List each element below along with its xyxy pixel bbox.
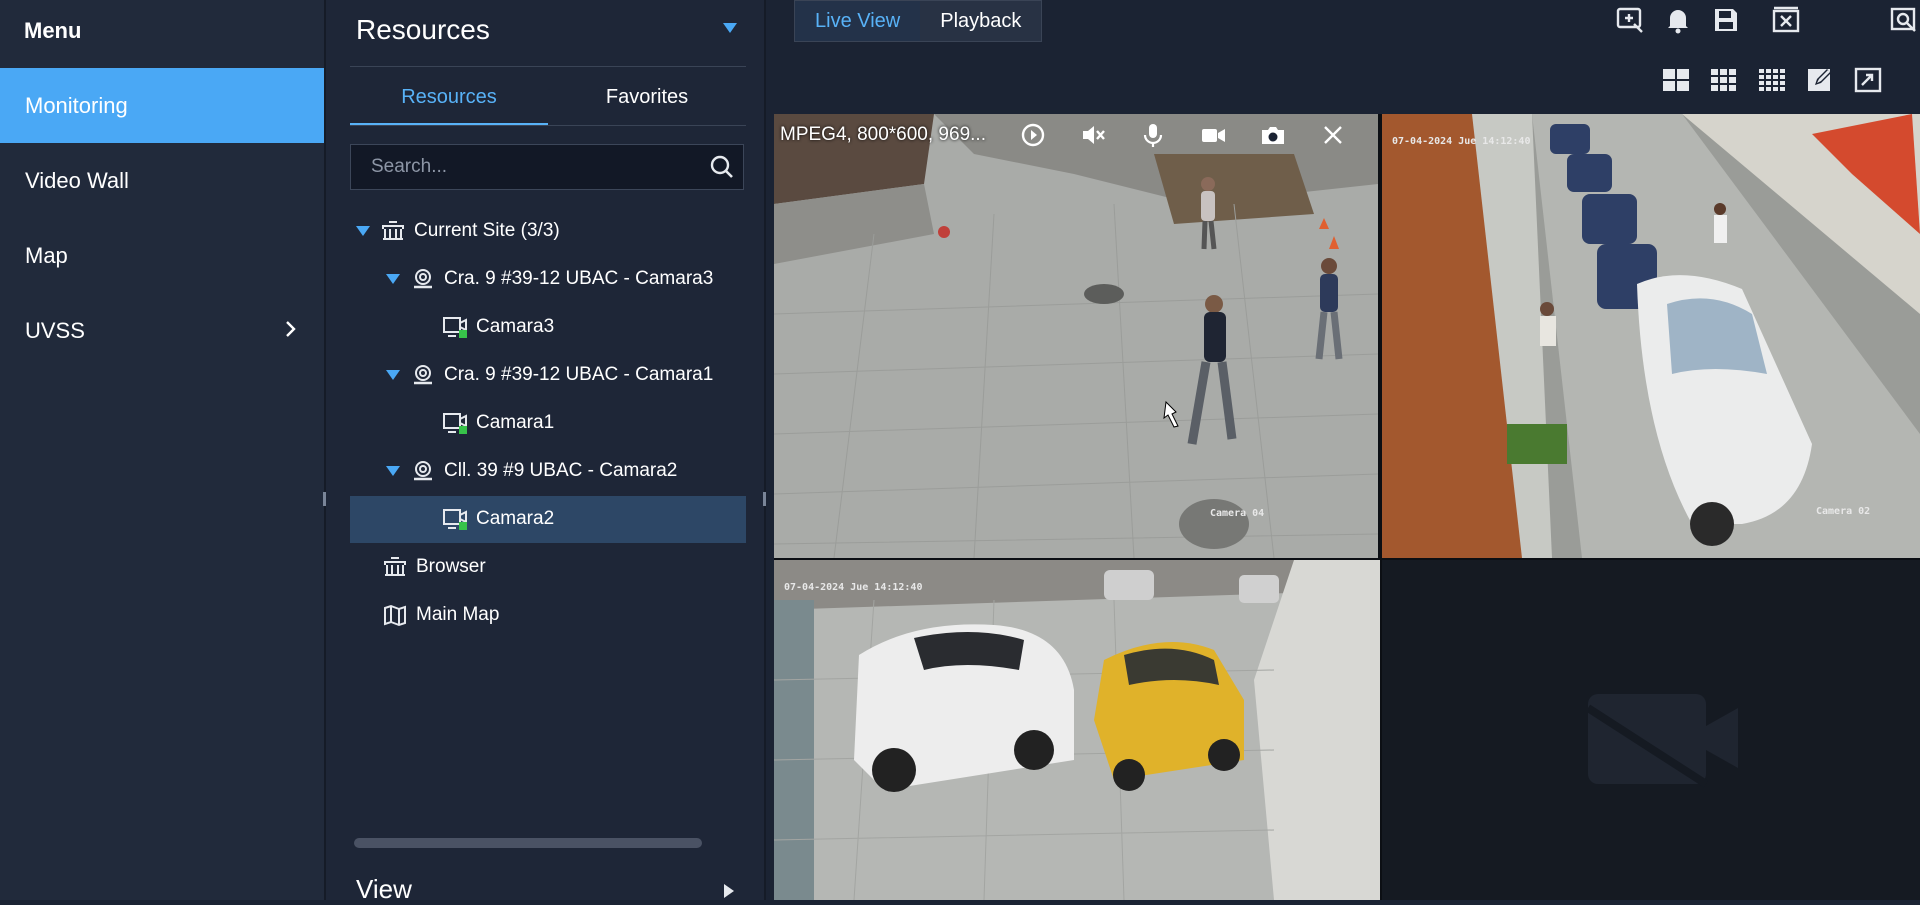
tree-item-device[interactable]: Cra. 9 #39-12 UBAC - Camara3 <box>386 256 713 302</box>
playback-icon[interactable] <box>1020 122 1046 148</box>
no-video-camera-icon <box>1588 694 1738 788</box>
menu-item-uvss[interactable]: UVSS <box>0 293 324 368</box>
camera-name-label: Camera 02 <box>1816 506 1871 517</box>
camera-feed-image <box>774 114 1378 558</box>
device-icon <box>414 461 432 481</box>
tab-playback[interactable]: Playback <box>920 1 1042 41</box>
tree-item-device[interactable]: Cra. 9 #39-12 UBAC - Camara1 <box>386 352 713 398</box>
resources-tabs: Resources Favorites <box>350 82 746 126</box>
tree-item-label: Camara3 <box>476 316 555 337</box>
menu-item-label: UVSS <box>25 317 85 343</box>
video-cell-2[interactable]: 07-04-2024 Jue 14:12:40 Camera 02 <box>1382 114 1920 558</box>
microphone-icon[interactable] <box>1140 122 1166 148</box>
resources-panel: Resources Resources Favorites Current Si… <box>326 0 764 904</box>
map-icon <box>384 604 406 627</box>
camera-name-label: Camera 04 <box>1210 508 1265 519</box>
record-icon[interactable] <box>1200 122 1226 148</box>
snapshot-icon[interactable] <box>1260 122 1286 148</box>
tab-resources[interactable]: Resources <box>350 82 548 125</box>
site-icon <box>382 221 404 240</box>
device-icon <box>414 365 432 385</box>
custom-layout-icon[interactable] <box>1804 64 1836 96</box>
tree-item-label: Camara1 <box>476 412 555 433</box>
horizontal-scrollbar[interactable] <box>354 838 702 848</box>
resources-header: Resources <box>356 14 490 45</box>
tree-item-browser[interactable]: Browser <box>382 544 486 590</box>
save-view-icon[interactable] <box>1710 4 1742 36</box>
search-icon[interactable] <box>709 154 735 180</box>
menu-item-video-wall[interactable]: Video Wall <box>0 143 324 218</box>
camera-channel-icon <box>443 317 467 338</box>
divider <box>350 66 746 67</box>
menu-item-map[interactable]: Map <box>0 218 324 293</box>
menu-item-monitoring[interactable]: Monitoring <box>0 68 324 143</box>
caret-right-icon[interactable] <box>724 884 734 898</box>
menu-title: Menu <box>24 18 82 43</box>
tree-item-main-map[interactable]: Main Map <box>382 592 499 638</box>
camera-channel-icon <box>443 509 467 530</box>
camera-channel-icon <box>443 413 467 434</box>
close-icon[interactable] <box>1320 122 1346 148</box>
tree-item-label: Cra. 9 #39-12 UBAC - Camara1 <box>444 364 714 385</box>
tree-item-label: Browser <box>416 556 486 577</box>
camera-feed-image <box>1382 114 1920 558</box>
tree-item-label: Camara2 <box>476 508 555 529</box>
caret-down-icon[interactable] <box>386 370 400 380</box>
mode-tabs: Live View Playback <box>794 0 1043 42</box>
device-icon <box>414 269 432 289</box>
tree-item-label: Current Site (3/3) <box>414 220 560 241</box>
camera-feed-image <box>774 560 1380 900</box>
add-window-icon[interactable] <box>1614 4 1646 36</box>
mute-icon[interactable] <box>1080 122 1106 148</box>
video-cell-4-empty[interactable] <box>1382 560 1920 900</box>
caret-down-icon[interactable] <box>722 22 738 34</box>
timestamp-label: 07-04-2024 Jue 14:12:40 <box>1392 136 1531 147</box>
layout-16-icon[interactable] <box>1756 64 1788 96</box>
tree-item-channel[interactable]: Camara1 <box>442 400 554 446</box>
menu-item-label: Monitoring <box>25 92 128 118</box>
tab-favorites[interactable]: Favorites <box>548 82 746 125</box>
video-overlay-toolbar: MPEG4, 800*600, 969... <box>774 114 1378 154</box>
menu-item-label: Video Wall <box>25 167 129 193</box>
timestamp-label: 07-04-2024 Jue 14:12:40 <box>784 582 923 593</box>
search-playback-icon[interactable] <box>1888 4 1920 36</box>
main-menu: Menu Monitoring Video Wall Map UVSS <box>0 0 324 900</box>
video-grid: Camera 04 MPEG4, 800*600, 969... 07-04-2… <box>774 114 1920 900</box>
search-box <box>350 144 744 190</box>
tree-item-label: Cra. 9 #39-12 UBAC - Camara3 <box>444 268 714 289</box>
search-input[interactable] <box>351 156 709 178</box>
layout-4-icon[interactable] <box>1660 64 1692 96</box>
tree-item-label: Cll. 39 #9 UBAC - Camara2 <box>444 460 678 481</box>
video-cell-1[interactable]: Camera 04 MPEG4, 800*600, 969... <box>774 114 1378 558</box>
video-cell-3[interactable]: 07-04-2024 Jue 14:12:40 <box>774 560 1380 900</box>
tree-item-device[interactable]: Cll. 39 #9 UBAC - Camara2 <box>386 448 677 494</box>
view-section-label[interactable]: View <box>356 874 412 905</box>
tab-live-view[interactable]: Live View <box>795 1 921 41</box>
caret-down-icon[interactable] <box>356 226 370 236</box>
site-icon <box>384 557 406 576</box>
caret-down-icon[interactable] <box>386 466 400 476</box>
tree-item-channel-selected[interactable]: Camara2 <box>442 496 554 542</box>
close-all-icon[interactable] <box>1770 4 1802 36</box>
caret-down-icon[interactable] <box>386 274 400 284</box>
layout-9-icon[interactable] <box>1708 64 1740 96</box>
chevron-right-icon <box>286 321 296 337</box>
alarm-bell-icon[interactable] <box>1662 4 1694 36</box>
tree-item-current-site[interactable]: Current Site (3/3) <box>356 208 560 254</box>
tree-item-label: Main Map <box>416 604 500 625</box>
fullscreen-icon[interactable] <box>1852 64 1884 96</box>
tree-item-channel[interactable]: Camara3 <box>442 304 554 350</box>
stream-info: MPEG4, 800*600, 969... <box>780 124 986 145</box>
menu-item-label: Map <box>25 242 68 268</box>
